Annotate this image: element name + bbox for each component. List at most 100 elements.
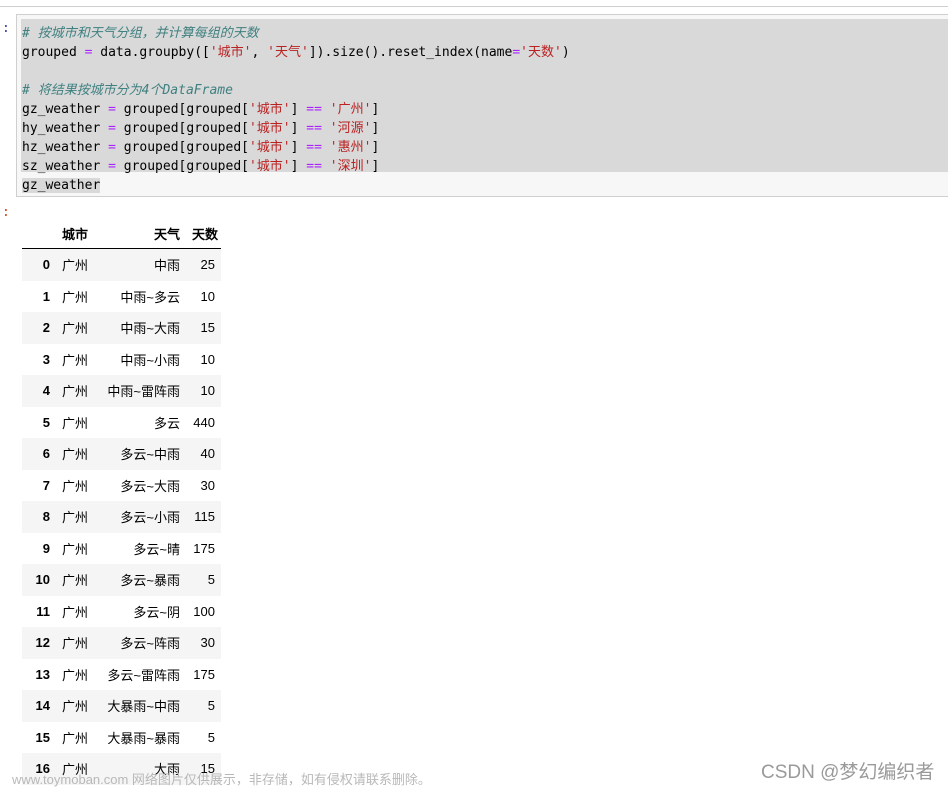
row-index: 0 [42, 257, 50, 273]
table-row: 5 广州 多云 440 [22, 407, 221, 439]
code-token: gz_weather [22, 102, 109, 117]
weather-cell: 多云~阴 [133, 604, 180, 620]
code-token: hz_weather [22, 140, 109, 155]
code-token: hy_weather [22, 121, 109, 136]
days-cell: 440 [193, 414, 215, 430]
table-row: 13 广州 多云~雷阵雨 175 [22, 659, 221, 691]
code-token: '城市' [248, 159, 291, 174]
table-row: 8 广州 多云~小雨 115 [22, 501, 221, 533]
weather-cell: 多云~暴雨 [120, 573, 180, 589]
code-token: grouped [22, 45, 85, 60]
weather-cell: 大暴雨~暴雨 [107, 730, 180, 746]
days-cell: 10 [200, 288, 215, 304]
table-row: 11 广州 多云~阴 100 [22, 596, 221, 628]
code-token: '广州' [329, 102, 372, 117]
city-cell: 广州 [62, 573, 89, 589]
days-cell: 10 [200, 351, 215, 367]
row-index: 10 [35, 572, 50, 588]
city-cell: 广州 [62, 510, 89, 526]
weather-cell: 中雨~雷阵雨 [107, 384, 180, 400]
days-cell: 5 [207, 698, 215, 714]
code-token: data.groupby([ [92, 45, 210, 60]
code-token: ] [371, 102, 380, 117]
weather-cell: 多云~大雨 [120, 478, 180, 494]
table-row: 10 广州 多云~暴雨 5 [22, 564, 221, 596]
table-row: 6 广州 多云~中雨 40 [22, 438, 221, 470]
days-cell: 40 [200, 446, 215, 462]
dataframe-output-table: 城市 天气 天数 0 广州 中雨 25 1 广州 中雨~多云 10 2 广州 中雨~大雨 15 3 广州中… [22, 218, 221, 785]
days-cell: 175 [193, 540, 215, 556]
city-cell: 广州 [62, 384, 89, 400]
code-token: == [306, 159, 322, 174]
code-token: '深圳' [329, 159, 372, 174]
row-index: 9 [42, 540, 50, 556]
code-token: ] [371, 121, 380, 136]
days-cell: 30 [200, 477, 215, 493]
code-line: hz_weather = grouped[grouped['城市'] == '惠… [22, 138, 379, 157]
code-token: '河源' [329, 121, 372, 136]
row-index: 12 [35, 635, 50, 651]
csdn-watermark: CSDN @梦幻编织者 [761, 762, 935, 783]
code-token: == [306, 102, 322, 117]
input-prompt: : [2, 21, 10, 36]
watermark-text: www.toymoban.com 网络图片仅供展示，非存储，如有侵权请联系删除。 [12, 772, 431, 787]
city-cell: 广州 [62, 415, 89, 431]
weather-cell: 中雨 [153, 258, 180, 274]
table-row: 14 广州 大暴雨~中雨 5 [22, 690, 221, 722]
code-token: '城市' [248, 140, 291, 155]
days-cell: 115 [194, 509, 215, 525]
city-cell: 广州 [62, 604, 89, 620]
header-days: 天数 [186, 218, 221, 249]
city-cell: 广州 [62, 667, 89, 683]
code-token: '城市' [209, 45, 252, 60]
table-row: 12 广州 多云~阵雨 30 [22, 627, 221, 659]
table-row: 7 广州 多云~大雨 30 [22, 470, 221, 502]
code-cell-editor[interactable]: # 按城市和天气分组，并计算每组的天数 grouped = data.groupb… [16, 14, 948, 197]
weather-cell: 多云~小雨 [120, 510, 180, 526]
weather-cell: 中雨~多云 [120, 289, 180, 305]
table-row: 9 广州 多云~晴 175 [22, 533, 221, 565]
row-index: 15 [35, 729, 50, 745]
city-cell: 广州 [62, 699, 89, 715]
code-token: '天数' [520, 45, 562, 60]
code-token: = [108, 140, 116, 155]
code-token: ] [290, 121, 307, 136]
code-token: grouped[grouped[ [115, 102, 249, 117]
weather-cell: 多云~晴 [133, 541, 180, 557]
code-token: # 将结果按城市分为4个DataFrame [22, 83, 233, 98]
row-index: 3 [42, 351, 50, 367]
row-index: 14 [35, 698, 50, 714]
table-row: 4 广州 中雨~雷阵雨 10 [22, 375, 221, 407]
weather-cell: 多云~中雨 [120, 447, 180, 463]
city-cell: 广州 [62, 321, 89, 337]
city-cell: 广州 [62, 636, 89, 652]
row-index: 6 [42, 446, 50, 462]
code-token: ] [290, 140, 307, 155]
city-cell: 广州 [62, 352, 89, 368]
code-line: grouped = data.groupby(['城市', '天气']).siz… [22, 43, 570, 62]
table-header-row: 城市 天气 天数 [22, 218, 221, 249]
code-line: sz_weather = grouped[grouped['城市'] == '深… [22, 157, 379, 176]
code-line: # 将结果按城市分为4个DataFrame [22, 81, 233, 100]
code-token: == [306, 121, 322, 136]
days-cell: 100 [193, 603, 215, 619]
code-line: gz_weather = grouped[grouped['城市'] == '广… [22, 100, 379, 119]
header-city: 城市 [56, 218, 100, 249]
code-token: '惠州' [329, 140, 372, 155]
days-cell: 15 [200, 320, 215, 336]
city-cell: 广州 [62, 289, 89, 305]
city-cell: 广州 [62, 730, 89, 746]
table-row: 1 广州 中雨~多云 10 [22, 281, 221, 313]
city-cell: 广州 [62, 258, 89, 274]
days-cell: 30 [200, 635, 215, 651]
days-cell: 25 [200, 257, 215, 273]
weather-cell: 多云~雷阵雨 [107, 667, 180, 683]
table-row: 2 广州 中雨~大雨 15 [22, 312, 221, 344]
row-index: 7 [42, 477, 50, 493]
code-token: # 按城市和天气分组，并计算每组的天数 [22, 26, 259, 41]
code-token: ]).size().reset_index(name [308, 45, 513, 60]
code-line: gz_weather [22, 176, 101, 195]
